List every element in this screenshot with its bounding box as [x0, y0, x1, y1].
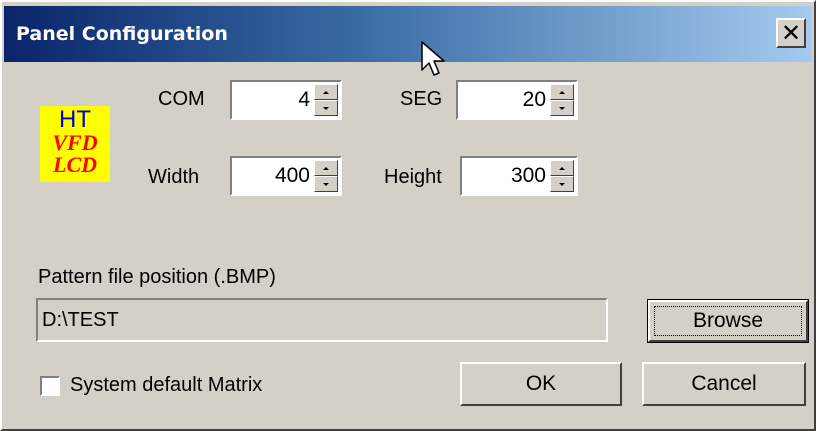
width-spin-up-button[interactable]	[314, 160, 338, 176]
com-spin-down-button[interactable]	[314, 100, 338, 116]
logo-line-ht: HT	[59, 106, 91, 133]
height-spin-up-button[interactable]	[550, 160, 574, 176]
seg-spin-down-button[interactable]	[550, 100, 574, 116]
system-default-matrix-checkbox[interactable]	[40, 376, 60, 396]
height-spinbox[interactable]: 300	[460, 156, 578, 196]
logo-line-vfd: VFD	[52, 130, 98, 155]
height-label: Height	[384, 166, 442, 188]
spin-down-icon	[323, 182, 329, 186]
cancel-button[interactable]: Cancel	[642, 362, 806, 406]
spin-up-icon	[559, 166, 565, 170]
spin-down-icon	[323, 106, 329, 110]
seg-spinbox[interactable]: 20	[456, 80, 578, 120]
title-bar[interactable]: Panel Configuration ✕	[4, 6, 812, 62]
com-spin-up-button[interactable]	[314, 84, 338, 100]
close-button[interactable]: ✕	[776, 18, 806, 48]
logo-line-lcd: LCD	[53, 152, 97, 177]
spin-up-icon	[559, 90, 565, 94]
browse-button[interactable]: Browse	[647, 299, 809, 343]
spin-down-icon	[559, 106, 565, 110]
ok-button-label: OK	[525, 372, 557, 395]
seg-label: SEG	[400, 88, 443, 110]
width-spinbox[interactable]: 400	[230, 156, 342, 196]
width-spin-down-button[interactable]	[314, 176, 338, 192]
pattern-file-label: Pattern file position (.BMP)	[38, 266, 276, 288]
seg-value[interactable]: 20	[523, 82, 546, 118]
com-value[interactable]: 4	[298, 82, 310, 118]
ht-vfd-lcd-logo: HT VFD LCD	[40, 106, 110, 182]
height-spin-down-button[interactable]	[550, 176, 574, 192]
com-spin-buttons[interactable]	[314, 84, 338, 116]
com-spinbox[interactable]: 4	[230, 80, 342, 120]
window-title: Panel Configuration	[16, 23, 228, 45]
focus-rect	[654, 306, 802, 336]
ok-button[interactable]: OK	[460, 362, 622, 406]
pattern-file-path-field[interactable]: D:\TEST	[36, 298, 608, 342]
seg-spin-buttons[interactable]	[550, 84, 574, 116]
close-icon: ✕	[780, 19, 802, 47]
seg-spin-up-button[interactable]	[550, 84, 574, 100]
height-value[interactable]: 300	[511, 158, 546, 194]
mouse-pointer-icon	[421, 41, 445, 76]
width-value[interactable]: 400	[275, 158, 310, 194]
height-spin-buttons[interactable]	[550, 160, 574, 192]
spin-up-icon	[323, 90, 329, 94]
spin-up-icon	[323, 166, 329, 170]
pattern-file-path-value[interactable]: D:\TEST	[42, 300, 119, 340]
spin-down-icon	[559, 182, 565, 186]
cancel-button-label: Cancel	[691, 372, 757, 395]
width-spin-buttons[interactable]	[314, 160, 338, 192]
width-label: Width	[148, 166, 200, 188]
system-default-matrix-label[interactable]: System default Matrix	[70, 374, 262, 397]
com-label: COM	[158, 88, 205, 110]
panel-configuration-dialog: Panel Configuration ✕ HT VFD LCD COM 4 S…	[0, 0, 816, 431]
